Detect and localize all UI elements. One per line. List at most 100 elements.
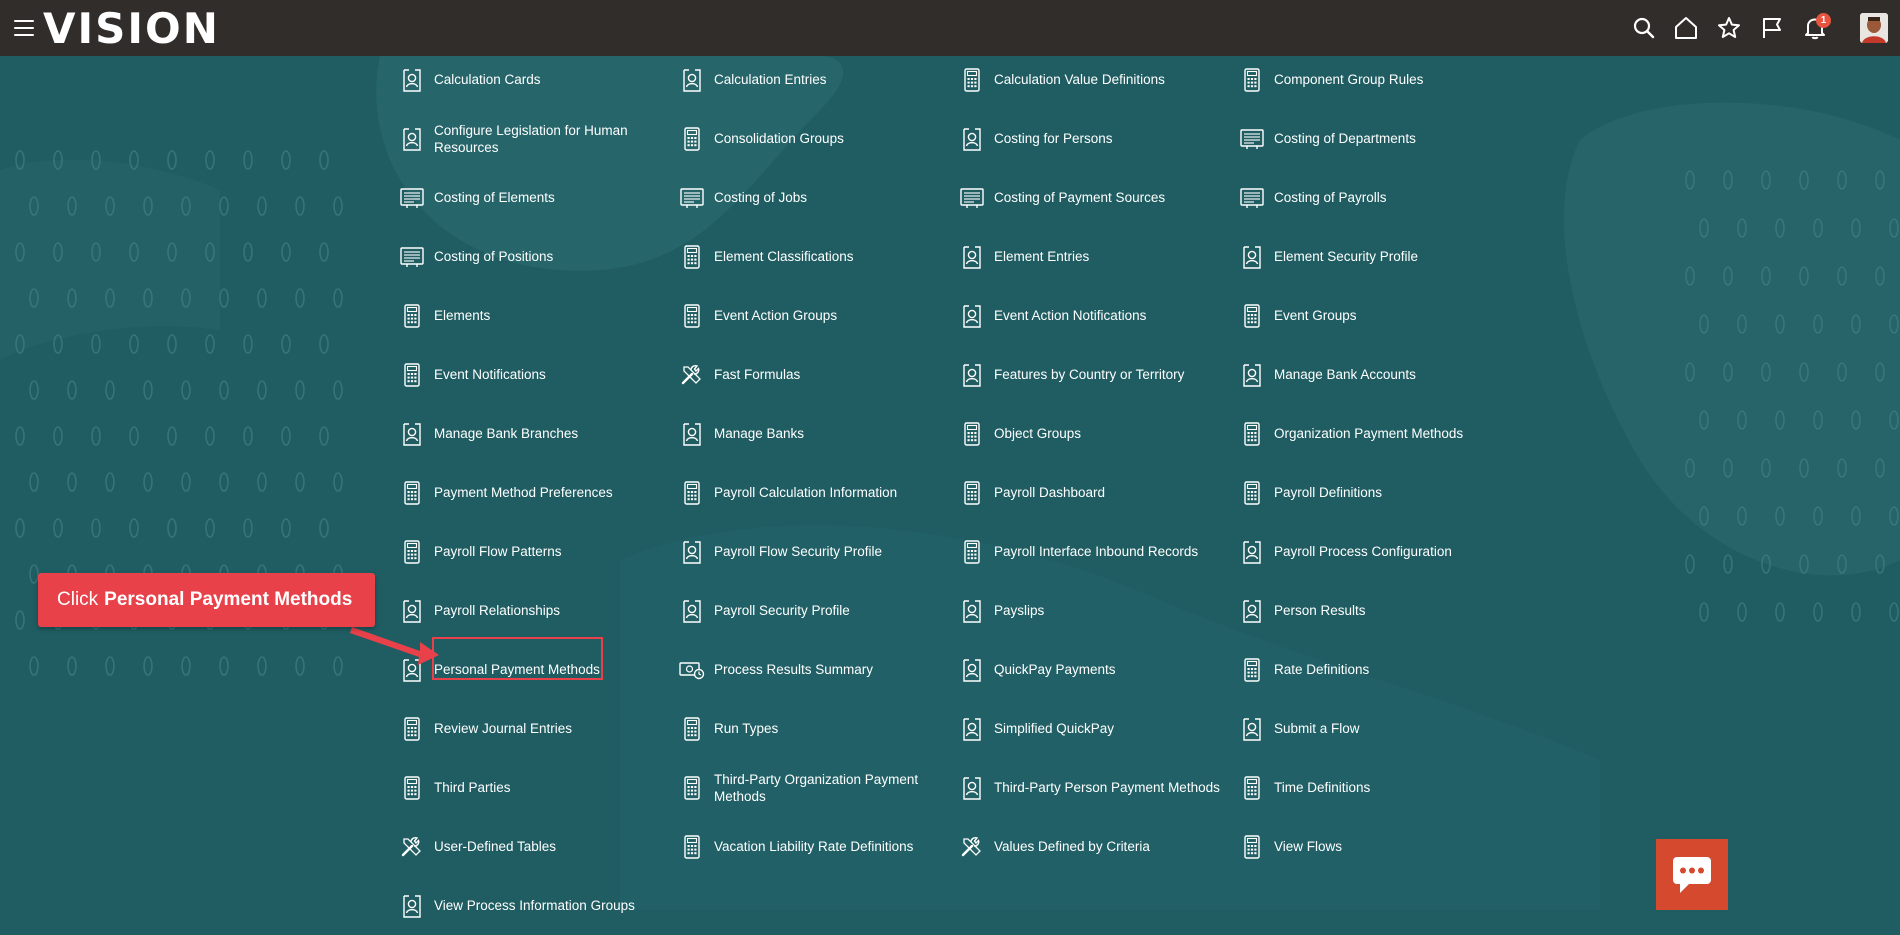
task-label: Run Types — [714, 721, 779, 736]
task-label: Manage Banks — [714, 426, 805, 441]
menu-icon[interactable] — [14, 20, 34, 36]
home-icon[interactable] — [1673, 15, 1699, 41]
task-link-configure-legislation-for-human-resources[interactable]: Configure Legislation for Human Resource… — [398, 109, 678, 168]
task-link-quickpay-payments[interactable]: QuickPay Payments — [958, 640, 1238, 699]
search-icon[interactable] — [1631, 15, 1657, 41]
task-link-element-entries[interactable]: Element Entries — [958, 227, 1238, 286]
task-link-elements[interactable]: Elements — [398, 286, 678, 345]
task-link-payroll-flow-patterns[interactable]: Payroll Flow Patterns — [398, 522, 678, 581]
task-link-payroll-flow-security-profile[interactable]: Payroll Flow Security Profile — [678, 522, 958, 581]
task-label: View Flows — [1274, 839, 1343, 854]
task-link-fast-formulas[interactable]: Fast Formulas — [678, 345, 958, 404]
task-link-time-definitions[interactable]: Time Definitions — [1238, 758, 1518, 817]
calculator-icon — [1238, 833, 1266, 861]
person-card-icon — [1238, 361, 1266, 389]
task-link-view-flows[interactable]: View Flows — [1238, 817, 1518, 876]
ledger-icon — [1238, 184, 1266, 212]
calculator-icon — [398, 538, 426, 566]
person-card-icon — [958, 715, 986, 743]
task-link-manage-banks[interactable]: Manage Banks — [678, 404, 958, 463]
task-link-organization-payment-methods[interactable]: Organization Payment Methods — [1238, 404, 1518, 463]
money-icon — [678, 656, 706, 684]
calculator-icon — [398, 774, 426, 802]
task-link-payment-method-preferences[interactable]: Payment Method Preferences — [398, 463, 678, 522]
task-link-consolidation-groups[interactable]: Consolidation Groups — [678, 109, 958, 168]
task-link-costing-of-payment-sources[interactable]: Costing of Payment Sources — [958, 168, 1238, 227]
task-link-costing-of-departments[interactable]: Costing of Departments — [1238, 109, 1518, 168]
task-link-review-journal-entries[interactable]: Review Journal Entries — [398, 699, 678, 758]
task-link-event-groups[interactable]: Event Groups — [1238, 286, 1518, 345]
task-link-element-security-profile[interactable]: Element Security Profile — [1238, 227, 1518, 286]
task-link-user-defined-tables[interactable]: User-Defined Tables — [398, 817, 678, 876]
task-link-costing-of-jobs[interactable]: Costing of Jobs — [678, 168, 958, 227]
task-link-third-party-organization-payment-methods[interactable]: Third-Party Organization Payment Methods — [678, 758, 958, 817]
person-card-icon — [398, 892, 426, 920]
calculator-icon — [398, 361, 426, 389]
task-link-person-results[interactable]: Person Results — [1238, 581, 1518, 640]
app-logo[interactable]: VISION — [43, 4, 220, 53]
task-link-component-group-rules[interactable]: Component Group Rules — [1238, 50, 1518, 109]
task-label: Payroll Flow Security Profile — [714, 544, 883, 559]
person-card-icon — [398, 597, 426, 625]
task-link-costing-for-persons[interactable]: Costing for Persons — [958, 109, 1238, 168]
task-link-calculation-cards[interactable]: Calculation Cards — [398, 50, 678, 109]
task-link-view-process-information-groups[interactable]: View Process Information Groups — [398, 876, 678, 935]
person-card-icon — [398, 125, 426, 153]
star-icon[interactable] — [1716, 15, 1742, 41]
flag-icon[interactable] — [1759, 15, 1785, 41]
task-label: Time Definitions — [1274, 780, 1371, 795]
task-link-calculation-value-definitions[interactable]: Calculation Value Definitions — [958, 50, 1238, 109]
chat-icon — [1673, 857, 1711, 893]
person-card-icon — [958, 125, 986, 153]
task-link-run-types[interactable]: Run Types — [678, 699, 958, 758]
task-link-payroll-process-configuration[interactable]: Payroll Process Configuration — [1238, 522, 1518, 581]
task-link-features-by-country-or-territory[interactable]: Features by Country or Territory — [958, 345, 1238, 404]
task-label: Payroll Calculation Information — [714, 485, 898, 500]
task-link-manage-bank-branches[interactable]: Manage Bank Branches — [398, 404, 678, 463]
task-link-third-parties[interactable]: Third Parties — [398, 758, 678, 817]
task-link-rate-definitions[interactable]: Rate Definitions — [1238, 640, 1518, 699]
calculator-icon — [678, 479, 706, 507]
task-label: Payslips — [994, 603, 1045, 618]
calculator-icon — [398, 479, 426, 507]
person-card-icon — [678, 538, 706, 566]
task-link-manage-bank-accounts[interactable]: Manage Bank Accounts — [1238, 345, 1518, 404]
task-link-third-party-person-payment-methods[interactable]: Third-Party Person Payment Methods — [958, 758, 1238, 817]
task-link-object-groups[interactable]: Object Groups — [958, 404, 1238, 463]
task-link-costing-of-payrolls[interactable]: Costing of Payrolls — [1238, 168, 1518, 227]
task-link-simplified-quickpay[interactable]: Simplified QuickPay — [958, 699, 1238, 758]
task-link-costing-of-positions[interactable]: Costing of Positions — [398, 227, 678, 286]
task-label: Values Defined by Criteria — [994, 839, 1150, 854]
task-link-payslips[interactable]: Payslips — [958, 581, 1238, 640]
task-label: Element Security Profile — [1274, 249, 1419, 264]
task-link-payroll-dashboard[interactable]: Payroll Dashboard — [958, 463, 1238, 522]
chat-button[interactable] — [1656, 839, 1728, 910]
task-link-payroll-definitions[interactable]: Payroll Definitions — [1238, 463, 1518, 522]
task-link-calculation-entries[interactable]: Calculation Entries — [678, 50, 958, 109]
task-link-submit-a-flow[interactable]: Submit a Flow — [1238, 699, 1518, 758]
task-label: QuickPay Payments — [994, 662, 1116, 677]
task-label: Payroll Security Profile — [714, 603, 850, 618]
avatar[interactable] — [1860, 13, 1888, 43]
task-link-vacation-liability-rate-definitions[interactable]: Vacation Liability Rate Definitions — [678, 817, 958, 876]
task-link-process-results-summary[interactable]: Process Results Summary — [678, 640, 958, 699]
task-label: Fast Formulas — [714, 367, 801, 382]
top-header-bar: VISION 1 — [0, 0, 1900, 56]
calculator-icon — [678, 833, 706, 861]
person-card-icon — [398, 656, 426, 684]
task-link-payroll-relationships[interactable]: Payroll Relationships — [398, 581, 678, 640]
task-link-event-notifications[interactable]: Event Notifications — [398, 345, 678, 404]
task-link-event-action-notifications[interactable]: Event Action Notifications — [958, 286, 1238, 345]
calculator-icon — [1238, 656, 1266, 684]
task-link-values-defined-by-criteria[interactable]: Values Defined by Criteria — [958, 817, 1238, 876]
person-card-icon — [958, 361, 986, 389]
task-label: Payment Method Preferences — [434, 485, 613, 500]
task-link-payroll-security-profile[interactable]: Payroll Security Profile — [678, 581, 958, 640]
person-card-icon — [958, 774, 986, 802]
task-link-costing-of-elements[interactable]: Costing of Elements — [398, 168, 678, 227]
task-link-payroll-calculation-information[interactable]: Payroll Calculation Information — [678, 463, 958, 522]
task-link-payroll-interface-inbound-records[interactable]: Payroll Interface Inbound Records — [958, 522, 1238, 581]
task-link-element-classifications[interactable]: Element Classifications — [678, 227, 958, 286]
task-link-event-action-groups[interactable]: Event Action Groups — [678, 286, 958, 345]
task-label: Costing of Departments — [1274, 131, 1416, 146]
